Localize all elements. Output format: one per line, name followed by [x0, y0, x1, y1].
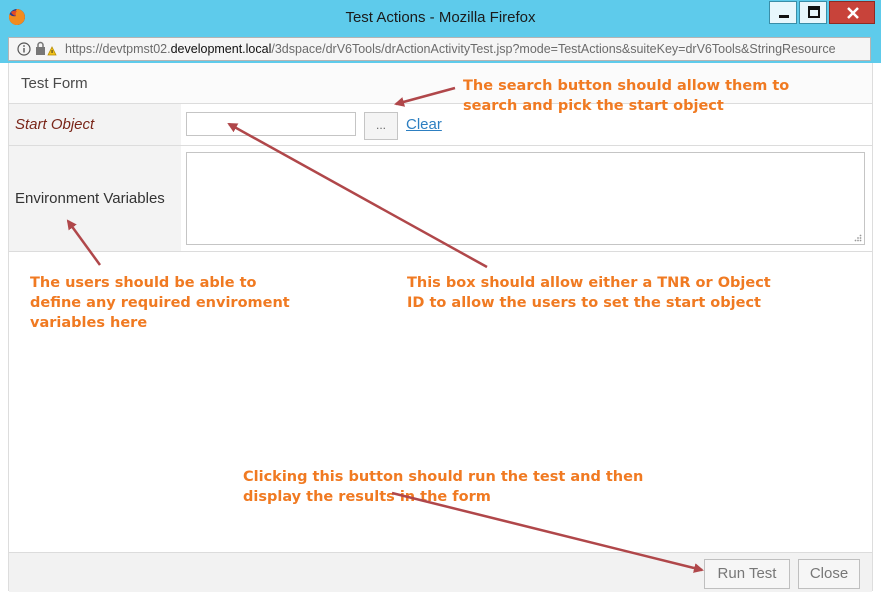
annotation-arrows [66, 86, 704, 573]
arrow-to-run-button [391, 491, 704, 573]
arrow-to-start-input [227, 122, 488, 269]
arrow-to-browse-button [394, 86, 456, 107]
arrow-to-env-label [66, 219, 102, 266]
